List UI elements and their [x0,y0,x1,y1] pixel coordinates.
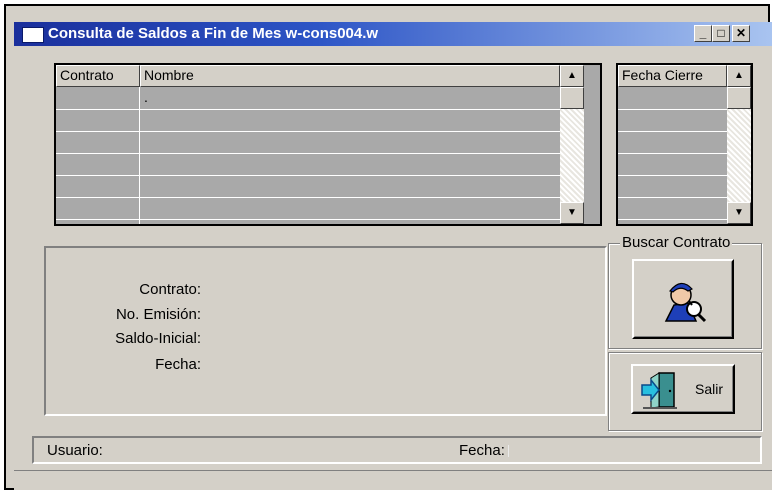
row-divider [618,153,727,154]
bottom-divider [14,470,772,471]
window-title: Consulta de Saldos a Fin de Mes w-cons00… [48,25,379,42]
status-fecha-label: Fecha: [459,442,505,459]
status-fecha-value-field [508,445,509,457]
scroll-thumb[interactable] [727,87,751,109]
column-header-fecha-cierre[interactable]: Fecha Cierre [618,65,727,87]
row-divider [56,219,560,220]
usuario-label: Usuario: [47,442,103,459]
row-divider [56,153,560,154]
row-divider [618,175,727,176]
column-divider [139,87,140,224]
contracts-grid[interactable]: Contrato Nombre . ▲ ▼ [54,63,602,226]
saldo-inicial-label: Saldo-Inicial: [115,330,201,347]
row-divider [56,131,560,132]
row-divider [56,109,560,110]
scroll-down-button[interactable]: ▼ [560,202,584,224]
scroll-thumb[interactable] [560,87,584,109]
scroll-down-button[interactable]: ▼ [727,202,751,224]
column-header-nombre[interactable]: Nombre [140,65,560,87]
row-divider [618,131,727,132]
row-divider [618,219,727,220]
column-header-contrato[interactable]: Contrato [56,65,140,87]
exit-door-icon [641,372,677,409]
emision-label: No. Emisión: [115,306,201,323]
row-divider [618,109,727,110]
search-person-icon [664,282,707,323]
minimize-button[interactable]: _ [694,25,712,42]
fecha-cierre-grid[interactable]: Fecha Cierre ▲ ▼ [616,63,753,226]
close-icon: ✕ [735,26,747,40]
window-icon [22,27,44,43]
title-bar[interactable]: Consulta de Saldos a Fin de Mes w-cons00… [14,22,772,46]
grid-scrollbar[interactable]: ▲ ▼ [727,65,751,224]
contrato-label: Contrato: [139,281,201,298]
details-panel: Contrato: No. Emisión: Saldo-Inicial: Fe… [44,246,607,416]
scroll-up-button[interactable]: ▲ [727,65,751,87]
status-bar: Usuario: Fecha: [32,436,762,464]
row-divider [618,197,727,198]
close-button[interactable]: ✕ [732,25,750,42]
scroll-up-button[interactable]: ▲ [560,65,584,87]
grid-scrollbar[interactable]: ▲ ▼ [560,65,584,224]
row-divider [56,197,560,198]
minimize-icon: _ [699,26,707,40]
table-row[interactable]: . [144,87,544,109]
buscar-contrato-button[interactable] [632,259,734,339]
salir-button[interactable]: Salir [631,364,735,414]
salir-label: Salir [695,381,724,397]
buscar-contrato-title: Buscar Contrato [620,234,733,251]
row-divider [56,175,560,176]
client-area: Contrato Nombre . ▲ ▼ Fecha Cierre ▲ ▼ C… [14,46,772,490]
maximize-button[interactable]: □ [712,25,730,42]
maximize-icon: □ [717,26,725,40]
fecha-label: Fecha: [155,356,201,373]
cell-nombre: . [144,89,148,105]
